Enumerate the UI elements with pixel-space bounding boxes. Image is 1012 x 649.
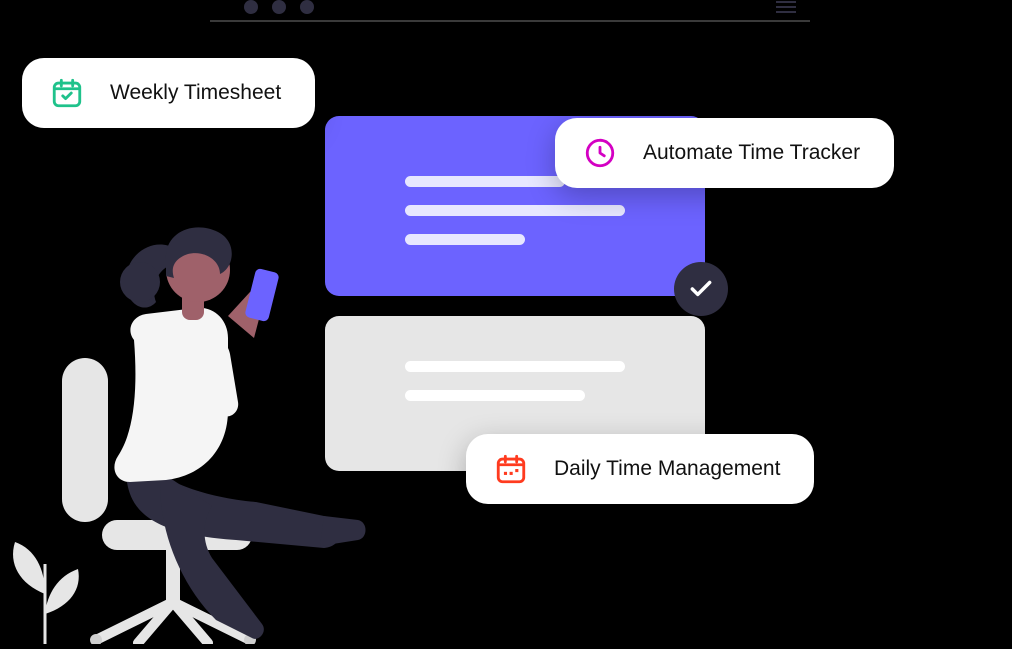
text-line-placeholder [405, 390, 585, 401]
feature-pill-label: Weekly Timesheet [110, 81, 281, 105]
person-illustration [6, 220, 386, 644]
check-badge [674, 262, 728, 316]
window-dot [272, 0, 286, 14]
text-line-placeholder [405, 205, 625, 216]
calendar-dots-icon [494, 452, 528, 486]
clock-icon [583, 136, 617, 170]
hamburger-menu-icon[interactable] [776, 1, 796, 13]
feature-pill-weekly[interactable]: Weekly Timesheet [22, 58, 315, 128]
text-line-placeholder [405, 234, 525, 245]
browser-bar [210, 0, 810, 22]
text-line-placeholder [405, 361, 625, 372]
feature-pill-label: Automate Time Tracker [643, 141, 860, 165]
window-dots [244, 0, 314, 14]
calendar-check-icon [50, 76, 84, 110]
feature-pill-label: Daily Time Management [554, 457, 780, 481]
window-dot [300, 0, 314, 14]
text-line-placeholder [405, 176, 565, 187]
window-dot [244, 0, 258, 14]
feature-pill-daily[interactable]: Daily Time Management [466, 434, 814, 504]
feature-pill-automate[interactable]: Automate Time Tracker [555, 118, 894, 188]
check-icon [688, 276, 714, 302]
